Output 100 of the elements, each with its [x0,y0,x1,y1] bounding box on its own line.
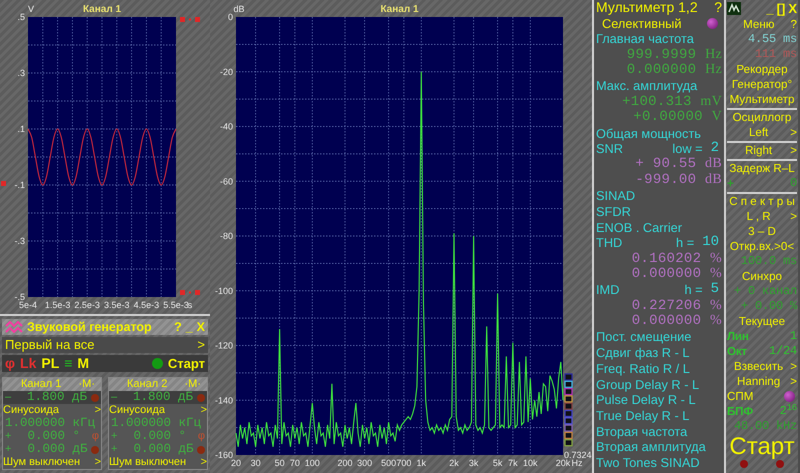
gain-value[interactable]: 1.800 дБ [132,391,193,404]
color-swatch[interactable] [564,388,573,396]
tick-label: 70 [290,458,300,468]
maximize-button[interactable]: [] [776,1,786,16]
setting-label: h = [676,235,694,252]
setting-value[interactable]: 2 [710,141,719,157]
menu-item[interactable]: Мультиметр [727,92,797,107]
color-swatch[interactable] [564,380,573,388]
menu-item[interactable]: Задерж R–L [727,161,797,176]
menu-item[interactable]: Меню ? [727,17,797,32]
tool-button[interactable]: Lk [20,353,36,374]
indicator-lamp [784,391,795,402]
minimize-button[interactable]: _ [186,318,193,336]
tool-button[interactable]: PL [41,353,60,374]
value-readout: +100.313 mV [622,94,722,110]
measure-label[interactable]: Freq. Ratio R / L [596,360,690,377]
close-button[interactable]: X [788,1,797,16]
start-button[interactable]: Старт [168,354,205,374]
menu-item[interactable]: Взвесить > [727,359,797,374]
menu-item[interactable]: L , R > [727,209,797,224]
gain-value[interactable]: 1.800 дБ [26,391,87,404]
measure-label[interactable]: Пост. смещение [596,329,692,346]
menu-item[interactable]: Текущее [727,314,797,329]
sign-label: + [111,430,118,443]
color-swatch[interactable] [564,373,573,381]
close-button[interactable]: X [196,318,205,336]
waveform-dropdown[interactable]: Синусоида > [109,404,207,417]
waveform-dropdown[interactable]: Синусоида > [3,404,101,417]
setting-value[interactable]: 2$^{16}$ [780,404,797,419]
phase-value[interactable]: 0.000 ° [133,430,186,443]
color-swatch[interactable] [564,439,573,446]
noise-dropdown[interactable]: Шум выключен > [109,456,207,469]
tool-button[interactable]: ≡ [64,353,72,374]
measure-label[interactable]: Сдвиг фаз R - L [596,345,690,361]
tick-label: -.3 [14,236,25,246]
measure-label[interactable]: Общая мощность [596,126,701,142]
measure-label[interactable]: ENOB . Carrier [596,220,682,236]
cursor-marker-icon [180,290,200,295]
wave-icon [5,321,23,333]
measure-label[interactable]: SFDR [596,204,631,220]
menu-item[interactable]: С п е к т р ы [727,194,797,209]
tick-label: .3 [17,68,25,78]
menu-item[interactable]: Рекордер [727,62,797,77]
value-readout: + 0.00 % [740,299,797,314]
measure-label[interactable]: Two Tones SINAD [596,454,700,471]
measure-label[interactable]: True Delay R - L [596,408,690,424]
menu-item[interactable]: Синхро [727,269,797,284]
color-swatch[interactable] [564,410,573,418]
tick-label: -120 [214,340,233,350]
measure-label[interactable]: SINAD [596,188,636,204]
offset-value[interactable]: 0.000 дБ [133,443,194,456]
tick-label: 2.5e-3 [74,300,100,310]
setting-value[interactable]: 5 [710,282,719,298]
tool-button[interactable]: φ [5,353,16,374]
indicator-lamp [91,394,99,402]
menu-item[interactable]: Генератор° [727,77,797,92]
tick-label: 20 [231,458,241,468]
setting-value[interactable]: 1/24 [768,344,797,359]
menu-item[interactable]: 3 – D [727,224,797,239]
start-button[interactable]: Старт [729,434,795,460]
preset-dropdown[interactable]: Первый на все > [2,337,208,353]
offset-value[interactable]: 0.000 дБ [27,443,88,456]
help-button[interactable]: ? [174,318,182,336]
color-swatch[interactable] [564,424,573,432]
measure-label[interactable]: Главная частота [596,31,694,48]
measure-label[interactable]: Group Delay R - L [596,376,700,392]
menu-item[interactable]: СПМ [727,389,754,404]
mode-toggle[interactable]: Селективный [602,16,682,32]
measure-label[interactable]: IMD [596,282,620,298]
help-button[interactable]: ? [714,0,722,16]
menu-item[interactable]: Left > [727,125,797,140]
measure-label[interactable]: Макс. амплитуда [596,78,698,94]
tick-label: 7k [508,458,518,468]
menu-item[interactable]: Right > [727,143,797,158]
tick-label: 3k [468,458,478,468]
value-readout: 0.000000 Hz [626,62,722,79]
menu-item[interactable]: Hanning > [727,374,797,389]
noise-dropdown[interactable]: Шум выключен > [3,456,101,469]
app-icon [727,2,741,15]
measure-label[interactable]: Вторая частота [596,424,688,440]
frequency-value[interactable]: 1.000000 кГц [5,417,96,430]
measure-label[interactable]: SNR [596,141,624,157]
measure-label[interactable]: THD [596,235,622,252]
menu-item[interactable]: Осциллогр [727,110,797,125]
frequency-value[interactable]: 1.000000 кГц [111,417,202,430]
minimize-button[interactable]: _ [766,1,774,16]
phase-value[interactable]: 0.000 ° [27,430,80,443]
color-swatch[interactable] [564,432,573,440]
tick-label: -20 [220,66,233,77]
tick-label: 200 [337,458,353,468]
color-swatch[interactable] [564,395,573,403]
measure-label[interactable]: Pulse Delay R - L [596,392,696,408]
setting-value[interactable]: 10 [702,235,719,252]
color-swatch[interactable] [564,402,573,410]
value-readout: 0.000000 % [632,313,722,330]
measure-label[interactable]: Вторая амплитуда [596,439,706,455]
tool-button[interactable]: M [77,353,90,374]
color-swatch[interactable] [564,417,573,424]
setting-value[interactable]: 1 [790,329,797,344]
menu-item[interactable]: Откр.вх.>0< [727,239,797,254]
